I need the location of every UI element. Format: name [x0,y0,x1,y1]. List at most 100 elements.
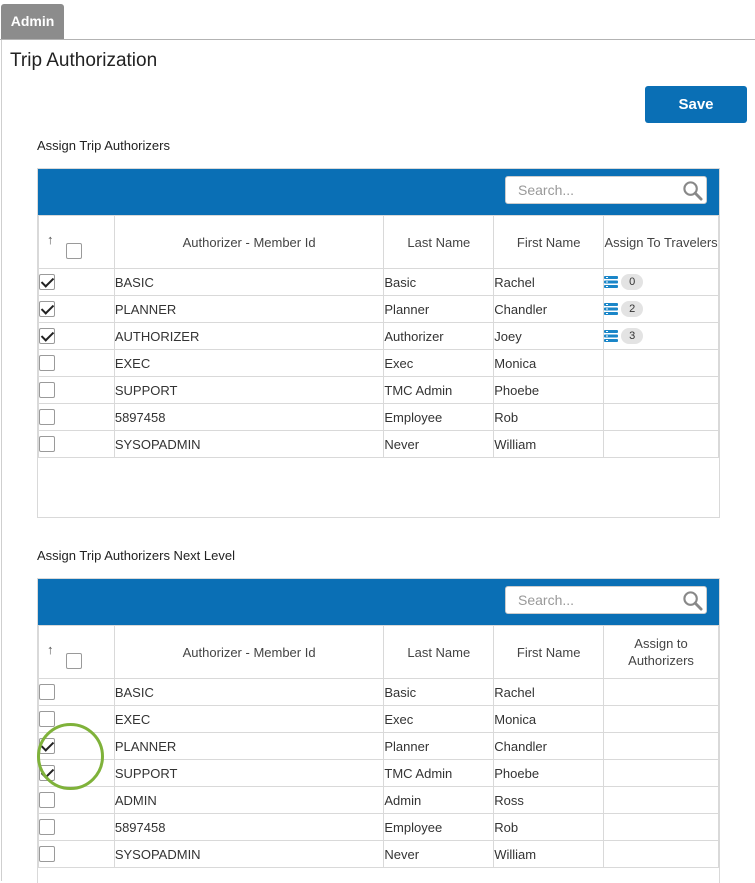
table-row[interactable]: BASIC Basic Rachel [38,678,719,706]
assign-travelers-button[interactable]: 2 [604,301,644,318]
assign-cell: 2 [603,295,719,323]
last-name-cell: Never [383,430,495,458]
row-select-cell [38,678,115,706]
assign-cell [603,430,719,458]
table-row[interactable]: ADMIN Admin Ross [38,786,719,814]
table-row[interactable]: AUTHORIZER Authorizer Joey 3 [38,322,719,350]
search-icon[interactable] [682,590,703,611]
table-row[interactable]: SUPPORT TMC Admin Phoebe [38,376,719,404]
first-name-cell: Rachel [493,268,605,296]
assign-travelers-button[interactable]: 0 [604,274,644,291]
table-row[interactable]: EXEC Exec Monica [38,705,719,733]
first-name-cell: William [493,840,605,868]
first-name-cell: Rob [493,813,605,841]
table-row[interactable]: SYSOPADMIN Never William [38,840,719,868]
first-name-cell: Ross [493,786,605,814]
row-checkbox[interactable] [39,684,55,701]
last-name-cell: Exec [383,349,495,377]
column-header-first-name[interactable]: First Name [493,215,605,269]
assign-travelers-button[interactable]: 3 [604,328,644,345]
column-header-assign-authorizers: Assign to Authorizers [603,625,719,679]
assign-cell [603,349,719,377]
member-id-cell: AUTHORIZER [113,322,385,350]
member-id-cell: 5897458 [113,813,385,841]
assign-cell [603,813,719,841]
last-name-cell: Authorizer [383,322,495,350]
last-name-cell: Exec [383,705,495,733]
row-checkbox[interactable] [39,436,55,453]
first-name-cell: Monica [493,349,605,377]
table-row[interactable]: 5897458 Employee Rob [38,403,719,431]
row-select-cell [38,786,115,814]
save-button[interactable]: Save [645,86,747,123]
admin-tab[interactable]: Admin [1,4,64,39]
panel-toolbar [38,169,719,215]
sort-arrow-icon[interactable]: ↑ [47,231,54,248]
table-header-row: ↑ Authorizer - Member Id Last Name First… [38,215,719,269]
table-row[interactable]: SUPPORT TMC Admin Phoebe [38,759,719,787]
search-icon[interactable] [682,180,703,201]
member-id-cell: SUPPORT [113,376,385,404]
select-all-checkbox[interactable] [66,243,82,259]
sort-arrow-icon[interactable]: ↑ [47,641,54,658]
row-checkbox[interactable] [39,382,55,399]
table-row[interactable]: PLANNER Planner Chandler 2 [38,295,719,323]
table-row[interactable]: EXEC Exec Monica [38,349,719,377]
member-id-cell: SUPPORT [113,759,385,787]
column-header-first-name[interactable]: First Name [493,625,605,679]
row-checkbox[interactable] [39,328,55,345]
row-checkbox[interactable] [39,819,55,836]
row-select-cell [38,705,115,733]
search-input[interactable] [506,587,676,613]
select-all-header: ↑ [38,625,115,679]
row-select-cell [38,376,115,404]
first-name-cell: Joey [493,322,605,350]
member-id-cell: 5897458 [113,403,385,431]
first-name-cell: Rob [493,403,605,431]
row-checkbox[interactable] [39,301,55,318]
page-title: Trip Authorization [10,50,158,71]
select-all-checkbox[interactable] [66,653,82,669]
assign-cell [603,678,719,706]
member-id-cell: EXEC [113,705,385,733]
row-checkbox[interactable] [39,409,55,426]
row-checkbox[interactable] [39,274,55,291]
table-row[interactable]: 5897458 Employee Rob [38,813,719,841]
assign-cell [603,759,719,787]
column-header-member-id[interactable]: Authorizer - Member Id [113,625,385,679]
row-checkbox[interactable] [39,355,55,372]
first-name-cell: Phoebe [493,376,605,404]
row-checkbox[interactable] [39,738,55,755]
row-select-cell [38,322,115,350]
assign-cell [603,840,719,868]
section-title-authorizers: Assign Trip Authorizers [37,138,170,153]
member-id-cell: EXEC [113,349,385,377]
last-name-cell: Planner [383,732,495,760]
row-select-cell [38,430,115,458]
column-header-last-name[interactable]: Last Name [383,625,495,679]
assign-cell [603,403,719,431]
table-row[interactable]: SYSOPADMIN Never William [38,430,719,458]
search-input[interactable] [506,177,676,203]
first-name-cell: Chandler [493,732,605,760]
panel-toolbar [38,579,719,625]
last-name-cell: Employee [383,813,495,841]
column-header-last-name[interactable]: Last Name [383,215,495,269]
row-checkbox[interactable] [39,792,55,809]
row-select-cell [38,732,115,760]
table-header-row: ↑ Authorizer - Member Id Last Name First… [38,625,719,679]
member-id-cell: ADMIN [113,786,385,814]
column-header-assign-travelers: Assign To Travelers [603,215,719,269]
row-checkbox[interactable] [39,846,55,863]
column-header-member-id[interactable]: Authorizer - Member Id [113,215,385,269]
member-id-cell: BASIC [113,268,385,296]
row-checkbox[interactable] [39,765,55,782]
authorizers-table: ↑ Authorizer - Member Id Last Name First… [38,215,719,458]
table-row[interactable]: BASIC Basic Rachel 0 [38,268,719,296]
assign-cell [603,705,719,733]
select-all-header: ↑ [38,215,115,269]
table-row[interactable]: PLANNER Planner Chandler [38,732,719,760]
row-checkbox[interactable] [39,711,55,728]
first-name-cell: William [493,430,605,458]
member-id-cell: SYSOPADMIN [113,840,385,868]
